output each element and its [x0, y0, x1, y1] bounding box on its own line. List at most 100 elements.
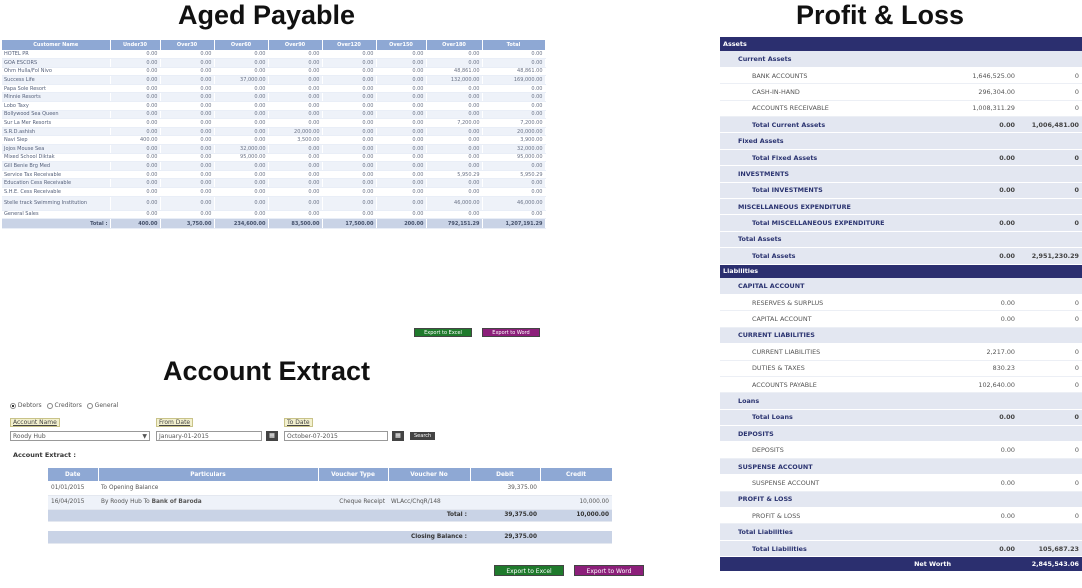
- amount-cell: 0.00: [160, 178, 215, 188]
- general-label: General: [94, 402, 119, 409]
- amount-cell: 0.00: [214, 210, 269, 220]
- aged-payable-export-excel-button[interactable]: Export to Excel: [414, 328, 472, 337]
- pl-total-value: 0: [1018, 83, 1082, 101]
- to-date-input[interactable]: October-07-2015: [284, 431, 388, 441]
- amount-cell: 0.00: [110, 58, 161, 68]
- debit-cell: 39,375.00: [470, 481, 540, 496]
- amount-cell: 0.00: [376, 210, 427, 220]
- calendar-icon[interactable]: ▦: [392, 431, 404, 441]
- amount-cell: 7,200.00: [482, 118, 546, 128]
- amount-cell: 0.00: [426, 84, 483, 94]
- voucher-type-cell: [318, 481, 388, 496]
- amount-cell: 0.00: [110, 161, 161, 171]
- amount-cell: 0.00: [268, 84, 323, 94]
- pl-row-sec: Total Assets: [720, 231, 1082, 249]
- table-row: 16/04/2015 By Roody Hub To Bank of Baroda…: [48, 495, 612, 510]
- voucher-type-cell: Cheque Receipt: [318, 495, 388, 510]
- total-amount-cell: 83,500.00: [268, 218, 323, 230]
- account-extract-export-word-button[interactable]: Export to Word: [574, 565, 644, 576]
- total-debit: 39,375.00: [470, 509, 540, 522]
- pl-total-value: [1018, 198, 1082, 216]
- account-extract-export-excel-button[interactable]: Export to Excel: [494, 565, 564, 576]
- particulars-text: To Opening Balance: [101, 484, 159, 491]
- pl-label: PROFIT & LOSS: [720, 491, 954, 509]
- amount-cell: 0.00: [160, 127, 215, 137]
- total-amount-cell: 200.00: [376, 218, 427, 230]
- particulars-cell: By Roody Hub To Bank of Baroda: [98, 495, 318, 510]
- amount-cell: 0.00: [214, 101, 269, 111]
- amount-cell: 0.00: [110, 50, 161, 60]
- amount-cell: 0.00: [322, 196, 377, 211]
- amount-cell: 0.00: [160, 67, 215, 77]
- account-name-select[interactable]: Roody Hub ▼: [10, 431, 150, 441]
- amount-cell: 0.00: [482, 58, 546, 68]
- customer-name-cell: Jojos Mouse Sea: [2, 144, 111, 154]
- customer-name-cell: HOTEL PR: [2, 50, 111, 60]
- amount-cell: 0.00: [482, 101, 546, 111]
- total-amount-cell: 17,500.00: [322, 218, 377, 230]
- customer-name-cell: Navi Siep: [2, 135, 111, 146]
- aged-payable-export-word-button[interactable]: Export to Word: [482, 328, 540, 337]
- amount-cell: 0.00: [322, 187, 377, 197]
- pl-total-value: 0: [1018, 310, 1082, 328]
- aged-payable-panel: Customer Name Under30 Over30 Over60 Over90 Ov…: [2, 40, 546, 230]
- pl-total-value: 0: [1018, 507, 1082, 525]
- to-date-value: October-07-2015: [287, 433, 338, 440]
- amount-cell: 0.00: [160, 187, 215, 197]
- amount-cell: 46,000.00: [426, 196, 483, 211]
- pl-row-totl: Total Current Assets 0.00 1,006,481.00: [720, 116, 1082, 134]
- pl-total-value: 1,006,481.00: [1018, 116, 1082, 134]
- pl-total-value: 0: [1018, 441, 1082, 459]
- particulars-cell: To Opening Balance: [98, 481, 318, 496]
- pl-value: [954, 278, 1018, 295]
- calendar-icon[interactable]: ▦: [266, 431, 278, 441]
- aged-payable-column-header: Over150: [376, 40, 427, 50]
- particulars-text: By Roody Hub To: [101, 499, 152, 505]
- customer-name-cell: Papa Sole Resort: [2, 84, 111, 94]
- amount-cell: 0.00: [268, 210, 323, 220]
- customer-name-cell: Sur La Mer Resorts: [2, 118, 111, 128]
- customer-name-cell: S.H.E. Cess Receivable: [2, 187, 111, 197]
- table-row: Sur La Mer Resorts 0.00 0.00 0.00 0.00 0.00 0.…: [2, 118, 546, 128]
- amount-cell: 3,900.00: [482, 135, 546, 146]
- amount-cell: 0.00: [426, 110, 483, 120]
- pl-row-sec: CAPITAL ACCOUNT: [720, 278, 1082, 295]
- pl-total-value: [1018, 392, 1082, 410]
- from-date-input[interactable]: January-01-2015: [156, 431, 262, 441]
- total-row: Total :400.00 3,750.00 234,600.00 83,500.00…: [2, 218, 546, 230]
- pl-label: Net Worth: [720, 556, 954, 571]
- closing-balance-label: Closing Balance :: [48, 531, 470, 544]
- debtors-radio[interactable]: [10, 402, 16, 409]
- amount-cell: 0.00: [214, 50, 269, 60]
- pl-total-value: [1018, 132, 1082, 150]
- pl-value: 2,217.00: [954, 343, 1018, 361]
- amount-cell: 0.00: [482, 187, 546, 197]
- account-extract-table: Date Particulars Voucher Type Voucher No Deb…: [48, 468, 613, 544]
- amount-cell: 0.00: [426, 187, 483, 197]
- amount-cell: 0.00: [376, 178, 427, 188]
- pl-value: 0.00: [954, 214, 1018, 232]
- search-button[interactable]: Search: [410, 432, 436, 440]
- pl-label: Loans: [720, 392, 954, 410]
- creditors-radio[interactable]: [46, 402, 53, 409]
- amount-cell: 0.00: [160, 161, 215, 171]
- table-row: Mixed School Diktak 0.00 0.00 95,000.00 0.00…: [2, 153, 546, 163]
- amount-cell: 0.00: [482, 50, 546, 60]
- pl-total-value: [1018, 425, 1082, 443]
- amount-cell: 32,000.00: [482, 144, 546, 154]
- pl-row-totl: Total MISCELLANEOUS EXPENDITURE 0.00 0: [720, 214, 1082, 232]
- amount-cell: 0.00: [482, 178, 546, 188]
- pl-value: 830.23: [954, 360, 1018, 377]
- amount-cell: 0.00: [376, 75, 427, 85]
- amount-cell: 0.00: [160, 144, 215, 154]
- total-amount-cell: 3,750.00: [160, 218, 215, 230]
- pl-row-totl: Total Fixed Assets 0.00 0: [720, 149, 1082, 167]
- pl-row-sec: PROFIT & LOSS: [720, 491, 1082, 509]
- pl-label: Total Fixed Assets: [720, 149, 954, 167]
- account-extract-label: Account Extract :: [13, 451, 76, 459]
- pl-row-item: RESERVES & SURPLUS 0.00 0: [720, 294, 1082, 312]
- general-radio[interactable]: [86, 402, 93, 409]
- pl-row-sec: DEPOSITS: [720, 425, 1082, 443]
- amount-cell: 0.00: [110, 127, 161, 137]
- pl-label: Total MISCELLANEOUS EXPENDITURE: [720, 214, 954, 232]
